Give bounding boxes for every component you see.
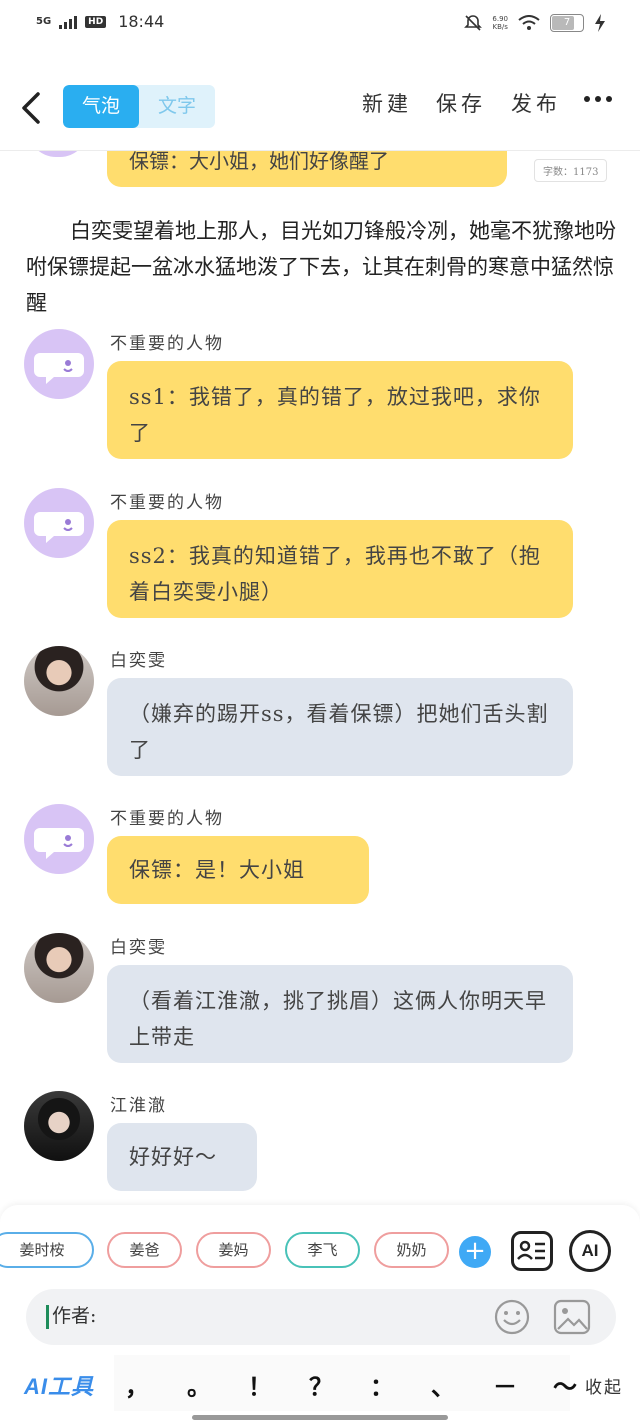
status-time: 18:44 <box>118 12 165 31</box>
back-icon[interactable] <box>20 88 44 128</box>
battery-icon: 7 <box>550 14 584 32</box>
network-type: 5G <box>36 15 52 27</box>
narration-text[interactable]: 白奕雯望着地上那人，目光如刀锋般冷冽，她毫不犹豫地吩咐保镖提起一盆冰水猛地泼了下… <box>26 213 616 321</box>
sender-name: 白奕雯 <box>110 938 167 958</box>
character-chip[interactable]: 姜时桉 <box>0 1232 94 1268</box>
avatar[interactable] <box>24 646 94 716</box>
bottom-toolbar: AI工具 ， 。 ！ ？ ： 、 － ～ 收起 <box>0 1355 640 1411</box>
punct-key[interactable]: ～ <box>550 1367 580 1402</box>
new-button[interactable]: 新建 <box>362 88 412 118</box>
contact-card-glyph <box>517 1240 545 1260</box>
sender-name: 不重要的人物 <box>110 493 224 513</box>
add-character-button[interactable]: + <box>459 1236 491 1268</box>
collapse-button[interactable]: 收起 <box>585 1373 623 1398</box>
chat-bubble-icon <box>34 828 84 859</box>
punct-key[interactable]: ！ <box>245 1367 275 1402</box>
tab-bubble[interactable]: 气泡 <box>63 85 139 128</box>
punct-key[interactable]: － <box>490 1367 520 1402</box>
ai-button[interactable]: AI <box>569 1230 611 1272</box>
character-chips: 姜时桉 姜爸 姜妈 李飞 奶奶 + AI <box>0 1227 640 1272</box>
avatar <box>28 151 88 157</box>
avatar[interactable] <box>24 804 94 874</box>
sender-name: 江淮澈 <box>110 1096 167 1116</box>
status-bar: 5G HD 18:44 6.90 KB/s 7 <box>0 0 640 46</box>
mute-bell-icon <box>464 15 483 31</box>
publish-button[interactable]: 发布 <box>511 88 561 118</box>
character-chip[interactable]: 奶奶 <box>374 1232 449 1268</box>
more-icon[interactable] <box>584 96 612 102</box>
sender-name: 白奕雯 <box>110 651 167 671</box>
save-button[interactable]: 保存 <box>436 88 486 118</box>
hd-badge: HD <box>85 15 107 28</box>
chat-area[interactable]: 保镖：大小姐，她们好像醒了 字数：1173 白奕雯望着地上那人，目光如刀锋般冷冽… <box>0 151 640 1201</box>
ai-tools-button[interactable]: AI工具 <box>24 1369 94 1401</box>
message-bubble[interactable]: （嫌弃的踢开ss，看着保镖）把她们舌头割了 <box>107 678 573 776</box>
avatar[interactable] <box>24 933 94 1003</box>
chat-bubble-icon <box>34 512 84 543</box>
message-input[interactable] <box>52 1303 352 1325</box>
word-count-badge: 字数：1173 <box>534 159 608 182</box>
tab-text[interactable]: 文字 <box>139 85 215 128</box>
character-chip[interactable]: 姜爸 <box>107 1232 182 1268</box>
wifi-icon <box>518 15 540 30</box>
message-bubble[interactable]: ss2：我真的知道错了，我再也不敢了（抱着白奕雯小腿） <box>107 520 573 618</box>
message-bubble[interactable]: 好好好～ <box>107 1123 257 1191</box>
message-bubble[interactable]: （看着江淮澈，挑了挑眉）这俩人你明天早上带走 <box>107 965 573 1063</box>
chat-bubble-icon <box>34 353 84 384</box>
message-bubble[interactable]: 保镖：是！大小姐 <box>107 836 369 904</box>
message-bubble[interactable]: 保镖：大小姐，她们好像醒了 <box>107 151 507 187</box>
emoji-icon[interactable] <box>494 1299 530 1335</box>
image-icon[interactable] <box>553 1299 591 1335</box>
status-right: 6.90 KB/s 7 <box>464 14 606 32</box>
punctuation-bar: ， 。 ！ ？ ： 、 － ～ <box>114 1355 577 1411</box>
punct-key[interactable]: 。 <box>184 1367 214 1402</box>
punct-key[interactable]: 、 <box>428 1367 458 1402</box>
status-left: 5G HD 18:44 <box>36 12 164 31</box>
network-speed: 6.90 KB/s <box>492 15 508 31</box>
contact-card-icon[interactable] <box>511 1231 553 1271</box>
sender-name: 不重要的人物 <box>110 334 224 354</box>
punct-key[interactable]: ： <box>367 1367 397 1402</box>
input-panel: 姜时桉 姜爸 姜妈 李飞 奶奶 + AI 作者: AI工具 ， 。 ！ ？ ： … <box>0 1205 640 1422</box>
character-chip[interactable]: 姜妈 <box>196 1232 271 1268</box>
punct-key[interactable]: ？ <box>306 1367 336 1402</box>
charging-icon <box>595 14 605 32</box>
avatar[interactable] <box>24 488 94 558</box>
header: 气泡 文字 新建 保存 发布 <box>0 78 640 138</box>
message-bubble[interactable]: ss1：我错了，真的错了，放过我吧，求你了 <box>107 361 573 459</box>
punct-key[interactable]: ， <box>122 1367 152 1402</box>
signal-icon <box>59 15 78 29</box>
avatar[interactable] <box>24 329 94 399</box>
avatar[interactable] <box>24 1091 94 1161</box>
mode-toggle: 气泡 文字 <box>63 85 215 128</box>
message-input-bar[interactable] <box>26 1289 616 1345</box>
sender-name: 不重要的人物 <box>110 809 224 829</box>
text-cursor <box>46 1305 49 1329</box>
character-chip[interactable]: 李飞 <box>285 1232 360 1268</box>
home-indicator[interactable] <box>192 1415 448 1420</box>
